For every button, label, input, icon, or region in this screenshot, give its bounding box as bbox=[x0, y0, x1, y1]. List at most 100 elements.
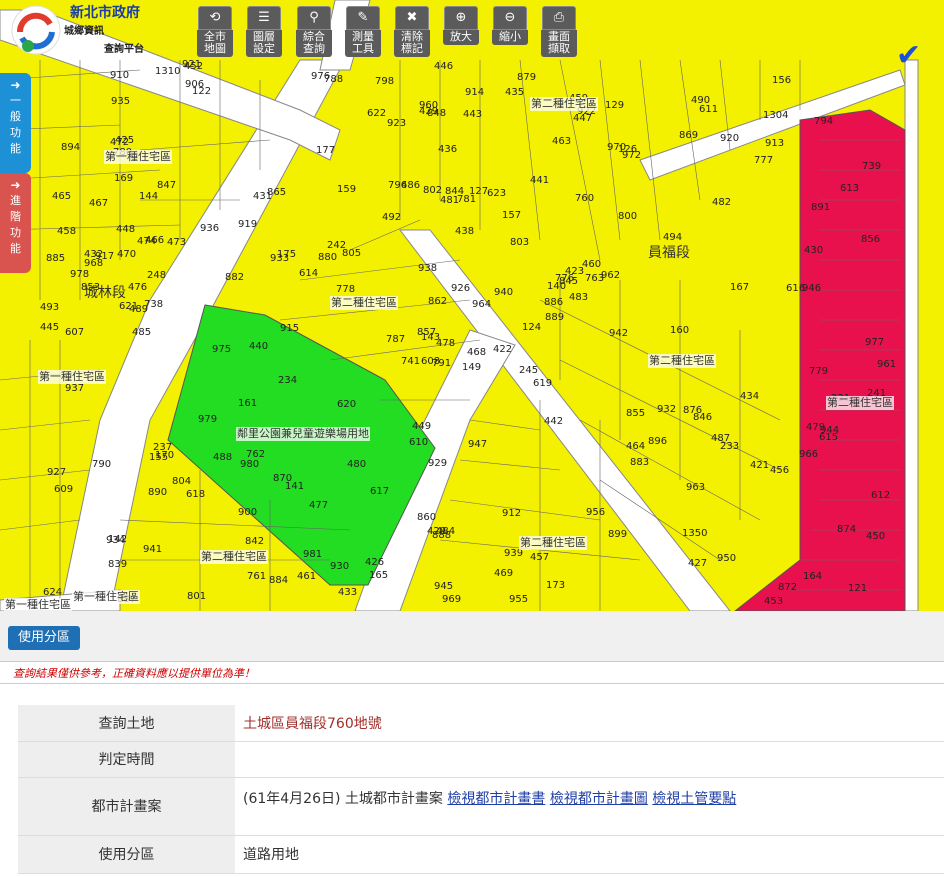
parcel-number: 760 bbox=[575, 193, 595, 204]
general-functions-tab[interactable]: ➜ 一般功能 bbox=[0, 73, 31, 173]
parcel-number: 485 bbox=[132, 327, 152, 338]
parcel-number: 912 bbox=[502, 508, 522, 519]
parcel-number: 1350 bbox=[682, 528, 708, 539]
parcel-number: 445 bbox=[40, 322, 60, 333]
parcel-number: 803 bbox=[510, 237, 530, 248]
parcel-number: 741 bbox=[401, 356, 421, 367]
parcel-number: 890 bbox=[148, 487, 168, 498]
parcel-number: 237 bbox=[153, 442, 173, 453]
plan-book-link[interactable]: 檢視都市計畫書 bbox=[447, 791, 545, 807]
parcel-number: 894 bbox=[61, 142, 81, 153]
parcel-number: 778 bbox=[336, 284, 356, 295]
parcel-number: 930 bbox=[330, 561, 350, 572]
parcel-number: 923 bbox=[387, 118, 407, 129]
parcel-number: 422 bbox=[493, 344, 513, 355]
park-zone-label: 鄰里公園兼兒童遊樂場用地 bbox=[236, 427, 370, 441]
parcel-number: 488 bbox=[213, 452, 233, 463]
search-button[interactable]: ⚲ 綜合 查詢 bbox=[296, 6, 332, 57]
parcel-number: 435 bbox=[505, 87, 525, 98]
parcel-number: 480 bbox=[347, 459, 367, 470]
parcel-number: 739 bbox=[862, 161, 882, 172]
parcel-number: 438 bbox=[455, 226, 475, 237]
parcel-number: 883 bbox=[630, 457, 650, 468]
parcel-number: 436 bbox=[438, 144, 458, 155]
zone-label: 第二種住宅區 bbox=[530, 97, 598, 111]
parcel-number: 762 bbox=[246, 449, 266, 460]
parcel-number: 777 bbox=[754, 155, 774, 166]
parcel-number: 481 bbox=[440, 195, 460, 206]
parcel-number: 615 bbox=[819, 432, 839, 443]
parcel-number: 929 bbox=[428, 458, 448, 469]
parcel-number: 913 bbox=[765, 138, 785, 149]
parcel-number: 482 bbox=[712, 197, 732, 208]
parcel-number: 429 bbox=[419, 106, 439, 117]
parcel-number: 464 bbox=[626, 441, 646, 452]
parcel-number: 175 bbox=[277, 249, 297, 260]
measure-button[interactable]: ✎ 測量 工具 bbox=[345, 6, 381, 57]
parcel-number: 781 bbox=[457, 194, 477, 205]
parcel-number: 860 bbox=[417, 512, 437, 523]
parcel-number: 932 bbox=[657, 404, 677, 415]
layers-icon: ☰ bbox=[247, 6, 281, 30]
table-row: 都市計畫案 (61年4月26日) 土城都市計畫案 檢視都市計畫書 檢視都市計畫圖… bbox=[18, 777, 944, 836]
parcel-number: 938 bbox=[418, 263, 438, 274]
full-map-button[interactable]: ⟲ 全市 地圖 bbox=[197, 6, 233, 57]
parcel-number: 790 bbox=[92, 459, 112, 470]
parcel-number: 886 bbox=[544, 297, 564, 308]
parcel-number: 919 bbox=[238, 219, 258, 230]
parcel-number: 884 bbox=[269, 575, 289, 586]
logo-emblem-icon bbox=[11, 5, 61, 55]
parcel-number: 935 bbox=[111, 96, 131, 107]
parcel-number: 896 bbox=[648, 436, 668, 447]
parcel-number: 607 bbox=[65, 327, 85, 338]
table-row: 查詢土地 土城區員福段760地號 bbox=[18, 705, 944, 742]
full-map-label: 地圖 bbox=[204, 42, 226, 55]
parcel-number: 966 bbox=[799, 449, 819, 460]
parcel-number: 474 bbox=[137, 236, 157, 247]
clear-markers-button[interactable]: ✖ 清除 標記 bbox=[394, 6, 430, 57]
parcel-number: 467 bbox=[89, 198, 109, 209]
parcel-number: 1310 bbox=[155, 66, 181, 77]
logo-subtitle: 城鄉資訊 bbox=[64, 26, 104, 37]
zone-button[interactable]: 使用分區 bbox=[8, 626, 81, 650]
parcel-number: 463 bbox=[552, 136, 572, 147]
zone-label: 第二種住宅區 bbox=[330, 296, 398, 310]
screenshot-button[interactable]: ⎙ 畫面 擷取 bbox=[541, 6, 577, 57]
parcel-number: 787 bbox=[386, 334, 406, 345]
row-value: 土城區員福段760地號 bbox=[235, 705, 944, 742]
parcel-number: 472 bbox=[110, 137, 130, 148]
zoom-in-button[interactable]: ⊕ 放大 bbox=[443, 6, 479, 56]
parcel-number: 447 bbox=[573, 113, 593, 124]
row-key: 判定時間 bbox=[18, 741, 235, 778]
plan-map-link[interactable]: 檢視都市計畫圖 bbox=[550, 791, 648, 807]
parcel-number: 964 bbox=[472, 299, 492, 310]
parcel-number: 936 bbox=[200, 223, 220, 234]
parcel-number: 945 bbox=[434, 581, 454, 592]
parcel-number: 963 bbox=[686, 482, 706, 493]
parcel-number: 242 bbox=[327, 240, 347, 251]
parcel-number: 968 bbox=[84, 258, 104, 269]
row-key: 都市計畫案 bbox=[18, 777, 235, 836]
parcel-number: 470 bbox=[117, 249, 137, 260]
zoom-out-button[interactable]: ⊖ 縮小 bbox=[492, 6, 528, 56]
parcel-number: 1304 bbox=[763, 110, 789, 121]
parcel-number: 955 bbox=[509, 594, 529, 605]
parcel-number: 421 bbox=[750, 460, 770, 471]
parcel-number: 847 bbox=[157, 180, 177, 191]
table-row: 判定時間 bbox=[18, 741, 944, 778]
parcel-number: 885 bbox=[46, 253, 66, 264]
row-value: 道路用地 bbox=[235, 835, 944, 874]
clear-label: 標記 bbox=[401, 42, 423, 55]
result-toolbar: 使用分區 bbox=[0, 611, 944, 662]
parcel-number: 950 bbox=[717, 553, 737, 564]
map-view[interactable]: 149 144 143 142 140 141 129 127 126 124 122 121 738 7… bbox=[0, 0, 944, 611]
parcel-number: 862 bbox=[428, 296, 448, 307]
logo-title: 新北市政府 bbox=[70, 5, 140, 21]
parcel-number: 164 bbox=[803, 571, 823, 582]
advanced-functions-tab[interactable]: ➜ 進階功能 bbox=[0, 173, 31, 273]
parcel-number: 617 bbox=[370, 486, 390, 497]
land-control-link[interactable]: 檢視土管要點 bbox=[652, 791, 736, 807]
parcel-number: 926 bbox=[451, 283, 471, 294]
parcel-number: 177 bbox=[316, 145, 336, 156]
layer-settings-button[interactable]: ☰ 圖層 設定 bbox=[246, 6, 282, 57]
